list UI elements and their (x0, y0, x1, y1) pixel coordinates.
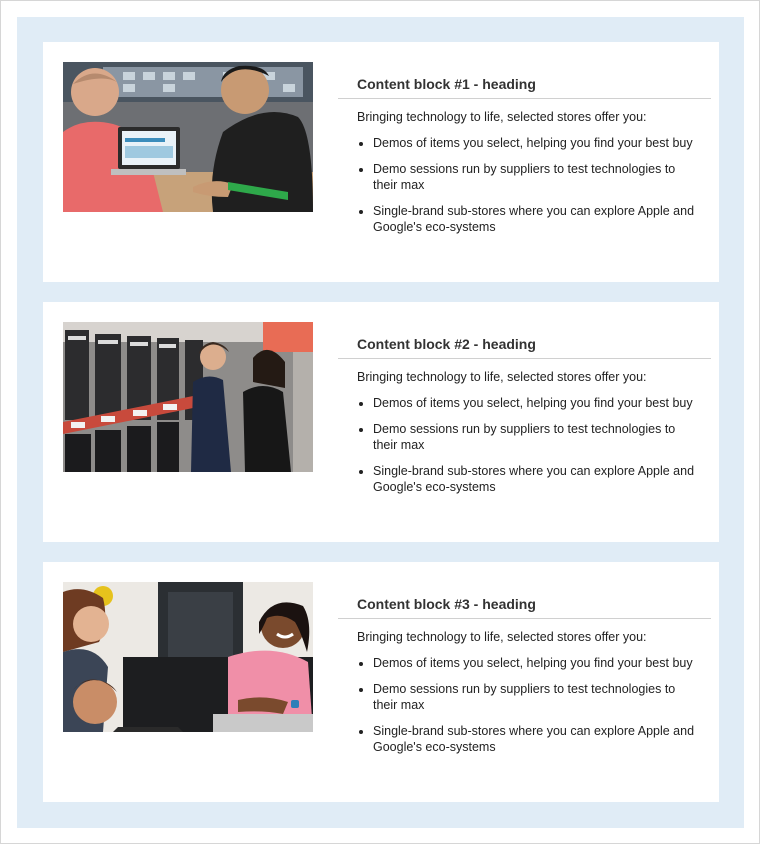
feature-list: Demos of items you select, helping you f… (338, 395, 711, 495)
feature-item: Single-brand sub-stores where you can ex… (373, 203, 711, 235)
feature-item: Demo sessions run by suppliers to test t… (373, 421, 711, 453)
card-intro: Bringing technology to life, selected st… (357, 110, 647, 124)
card-heading: Content block #1 - heading (338, 42, 711, 99)
feature-item: Single-brand sub-stores where you can ex… (373, 463, 711, 495)
feature-item: Demos of items you select, helping you f… (373, 655, 711, 671)
feature-item: Demo sessions run by suppliers to test t… (373, 161, 711, 193)
feature-list: Demos of items you select, helping you f… (338, 655, 711, 755)
card-heading: Content block #2 - heading (338, 302, 711, 359)
store-team-photo (63, 582, 313, 732)
feature-item: Demo sessions run by suppliers to test t… (373, 681, 711, 713)
content-card-3: Content block #3 - heading Bringing tech… (43, 562, 719, 802)
card-intro: Bringing technology to life, selected st… (357, 630, 647, 644)
store-appliances-photo (63, 322, 313, 472)
feature-list: Demos of items you select, helping you f… (338, 135, 711, 235)
feature-item: Single-brand sub-stores where you can ex… (373, 723, 711, 755)
page-frame: Content block #1 - heading Bringing tech… (0, 0, 760, 844)
store-demo-laptop-photo (63, 62, 313, 212)
content-card-1: Content block #1 - heading Bringing tech… (43, 42, 719, 282)
content-panel: Content block #1 - heading Bringing tech… (17, 17, 744, 828)
card-intro: Bringing technology to life, selected st… (357, 370, 647, 384)
content-card-2: Content block #2 - heading Bringing tech… (43, 302, 719, 542)
feature-item: Demos of items you select, helping you f… (373, 135, 711, 151)
card-heading: Content block #3 - heading (338, 562, 711, 619)
feature-item: Demos of items you select, helping you f… (373, 395, 711, 411)
